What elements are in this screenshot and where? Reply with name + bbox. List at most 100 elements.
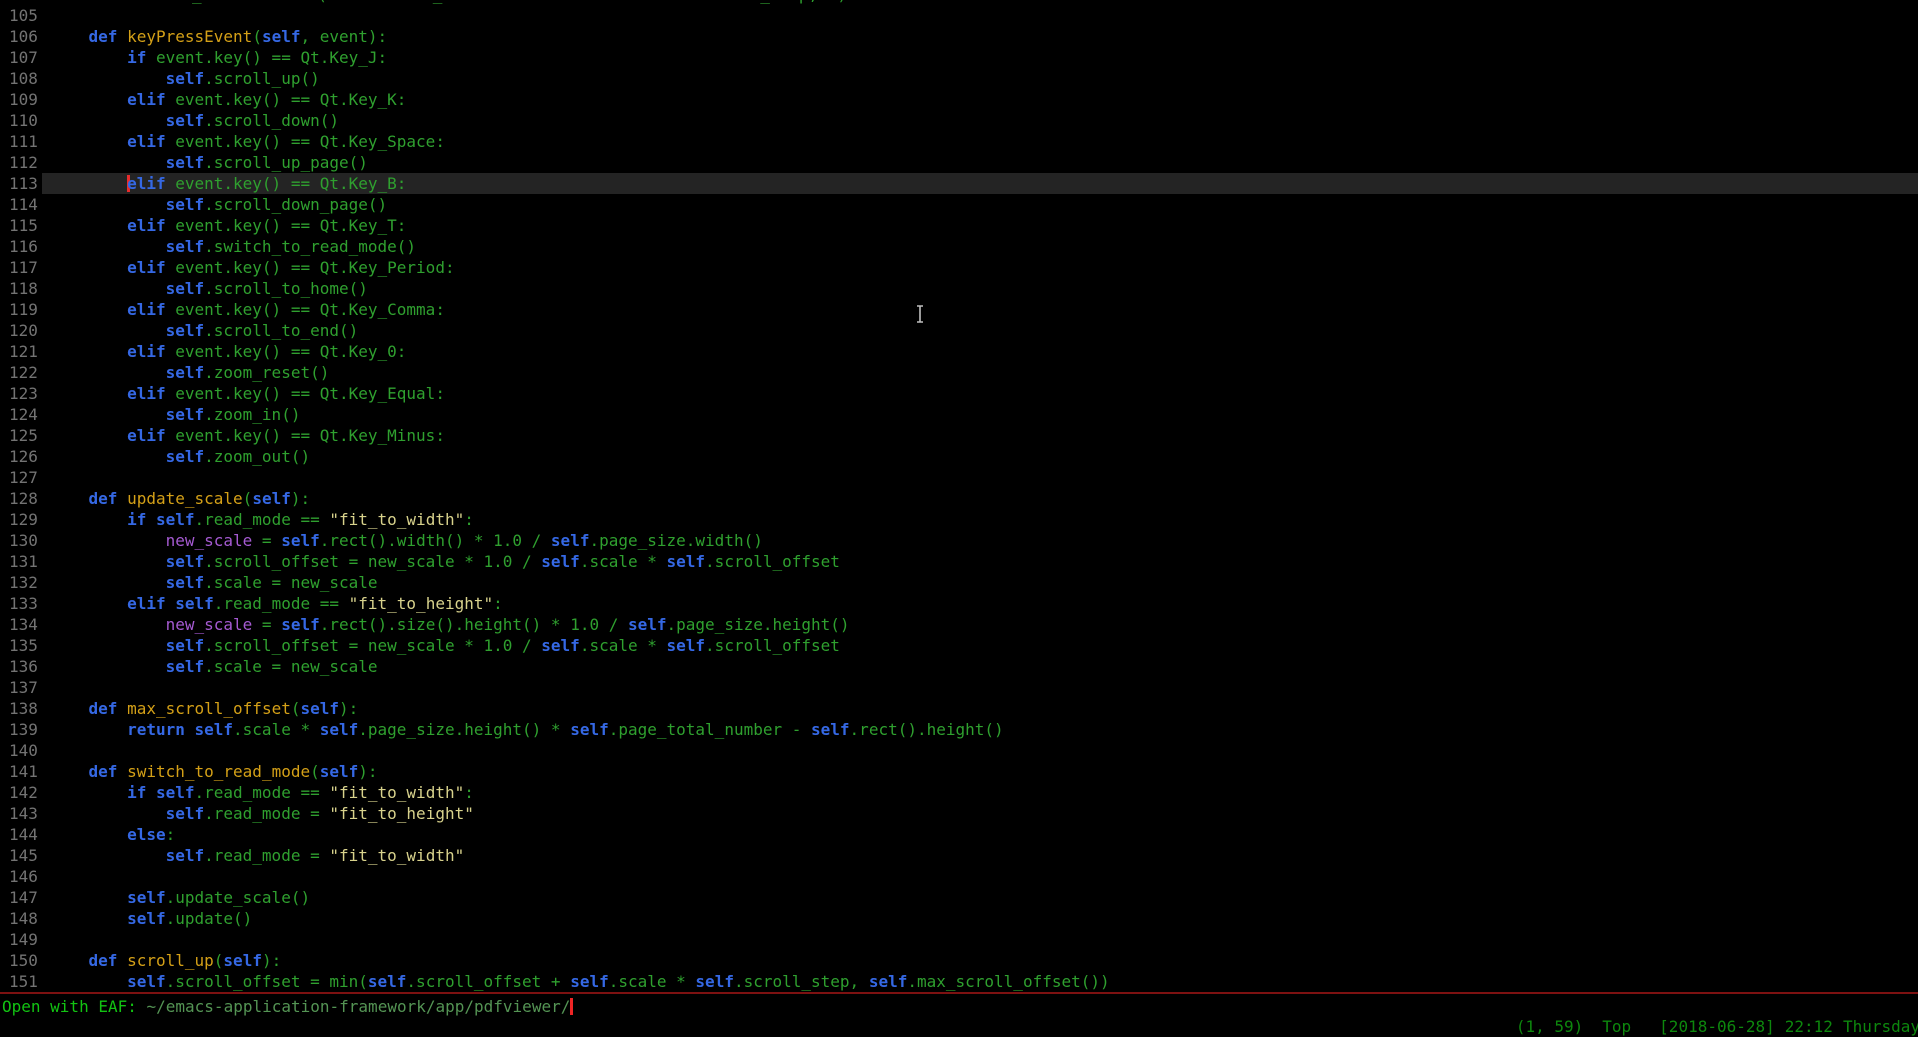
code-line[interactable]: 107 if event.key() == Qt.Key_J: [0,47,1918,68]
tray-cursor-position: (1, 59) [1516,1017,1583,1036]
line-number: 151 [9,971,38,992]
line-number: 148 [9,908,38,929]
line-number: 135 [9,635,38,656]
ibeam-mouse-cursor [915,305,925,323]
minibuffer-cursor [570,998,573,1015]
code-text: elif event.key() == Qt.Key_K: [50,89,406,110]
code-line[interactable]: 130 new_scale = self.rect().width() * 1.… [0,530,1918,551]
code-line[interactable]: 136 self.scale = new_scale [0,656,1918,677]
line-number: 124 [9,404,38,425]
line-number: 117 [9,257,38,278]
code-text: self.zoom_in() [50,404,300,425]
code-line[interactable]: 127 [0,467,1918,488]
code-line[interactable]: 137 [0,677,1918,698]
code-text: if event.key() == Qt.Key_J: [50,47,387,68]
code-line[interactable]: 112 self.scroll_up_page() [0,152,1918,173]
code-line[interactable]: 123 elif event.key() == Qt.Key_Equal: [0,383,1918,404]
tray-date: [2018-06-28] [1659,1017,1775,1036]
code-line[interactable]: 145 self.read_mode = "fit_to_width" [0,845,1918,866]
code-text: self.read_mode = "fit_to_width" [50,845,464,866]
code-text: else: [50,824,175,845]
code-line[interactable]: 128 def update_scale(self): [0,488,1918,509]
code-line[interactable]: 126 self.zoom_out() [0,446,1918,467]
code-line[interactable]: 148 self.update() [0,908,1918,929]
line-number: 146 [9,866,38,887]
code-line[interactable]: 111 elif event.key() == Qt.Key_Space: [0,131,1918,152]
code-line[interactable]: 116 self.switch_to_read_mode() [0,236,1918,257]
code-text: self.scroll_offset = new_scale * 1.0 / s… [50,551,840,572]
code-line[interactable]: 117 elif event.key() == Qt.Key_Period: [0,257,1918,278]
code-line[interactable]: 151 self.scroll_offset = min(self.scroll… [0,971,1918,992]
code-line[interactable]: 125 elif event.key() == Qt.Key_Minus: [0,425,1918,446]
code-line[interactable]: 133 elif self.read_mode == "fit_to_heigh… [0,593,1918,614]
line-number: 132 [9,572,38,593]
line-number: 119 [9,299,38,320]
minibuffer-prompt: Open with EAF: [2,997,147,1016]
code-text: return self.scale * self.page_size.heigh… [50,719,1004,740]
code-line[interactable]: 139 return self.scale * self.page_size.h… [0,719,1918,740]
code-line[interactable]: 138 def max_scroll_offset(self): [0,698,1918,719]
code-line[interactable]: 118 self.scroll_to_home() [0,278,1918,299]
code-line[interactable]: 129 if self.read_mode == "fit_to_width": [0,509,1918,530]
code-line[interactable]: 146 [0,866,1918,887]
line-number: 105 [9,5,38,26]
code-text: self.scroll_to_home() [50,278,368,299]
line-number: 112 [9,152,38,173]
code-line[interactable]: 141 def switch_to_read_mode(self): [0,761,1918,782]
code-line[interactable]: 108 self.scroll_up() [0,68,1918,89]
code-text: self.scroll_up_page() [50,152,368,173]
code-line[interactable]: 143 self.read_mode = "fit_to_height" [0,803,1918,824]
code-line[interactable]: 142 if self.read_mode == "fit_to_width": [0,782,1918,803]
code-line[interactable]: 114 self.scroll_down_page() [0,194,1918,215]
code-text: def keyPressEvent(self, event): [50,26,387,47]
code-text: elif event.key() == Qt.Key_Space: [50,131,445,152]
code-line[interactable]: 140 [0,740,1918,761]
code-text: elif event.key() == Qt.Key_Minus: [50,425,445,446]
minibuffer-input[interactable]: ~/emacs-application-framework/app/pdfvie… [147,997,571,1016]
code-line[interactable]: 119 elif event.key() == Qt.Key_Comma: [0,299,1918,320]
code-line[interactable]: 150 def scroll_up(self): [0,950,1918,971]
code-line[interactable]: 105 [0,5,1918,26]
code-text: self.scroll_down() [50,110,339,131]
line-number: 122 [9,362,38,383]
code-text: def scroll_up(self): [50,950,281,971]
code-line[interactable]: 144 else: [0,824,1918,845]
code-buffer[interactable]: self.scroll_offset = max(self.scroll_off… [0,5,1918,992]
code-text: self.zoom_out() [50,446,310,467]
code-text: self.scroll_up() [50,68,320,89]
code-line[interactable]: 115 elif event.key() == Qt.Key_T: [0,215,1918,236]
code-line[interactable]: 106 def keyPressEvent(self, event): [0,26,1918,47]
line-number: 121 [9,341,38,362]
minibuffer[interactable]: Open with EAF: ~/emacs-application-frame… [2,996,573,1017]
code-line[interactable]: 113 elif event.key() == Qt.Key_B: [0,173,1918,194]
line-number: 125 [9,425,38,446]
awesome-tray: (1, 59)Top[2018-06-28]22:12Thursday [1516,1016,1918,1037]
line-number: 139 [9,719,38,740]
line-number: 147 [9,887,38,908]
code-line[interactable]: 134 new_scale = self.rect().size().heigh… [0,614,1918,635]
line-number: 109 [9,89,38,110]
code-line[interactable]: 131 self.scroll_offset = new_scale * 1.0… [0,551,1918,572]
code-line[interactable]: 109 elif event.key() == Qt.Key_K: [0,89,1918,110]
line-number: 113 [9,173,38,194]
code-text: self.scroll_offset = new_scale * 1.0 / s… [50,635,840,656]
code-line[interactable]: 110 self.scroll_down() [0,110,1918,131]
code-text: elif self.read_mode == "fit_to_height": [50,593,503,614]
line-number: 142 [9,782,38,803]
code-line[interactable]: 124 self.zoom_in() [0,404,1918,425]
code-line[interactable]: 121 elif event.key() == Qt.Key_0: [0,341,1918,362]
line-number: 150 [9,950,38,971]
code-line[interactable]: 120 self.scroll_to_end() [0,320,1918,341]
code-line[interactable]: 122 self.zoom_reset() [0,362,1918,383]
code-line[interactable]: 135 self.scroll_offset = new_scale * 1.0… [0,635,1918,656]
code-text: elif event.key() == Qt.Key_Comma: [50,299,445,320]
emacs-window: { "theme": { "background": "#000000", "d… [0,0,1918,1037]
line-number: 108 [9,68,38,89]
line-number: 141 [9,761,38,782]
line-number: 127 [9,467,38,488]
tray-time: 22:12 [1785,1017,1833,1036]
code-line[interactable]: 149 [0,929,1918,950]
code-line[interactable]: 132 self.scale = new_scale [0,572,1918,593]
code-text: if self.read_mode == "fit_to_width": [50,509,474,530]
code-line[interactable]: 147 self.update_scale() [0,887,1918,908]
